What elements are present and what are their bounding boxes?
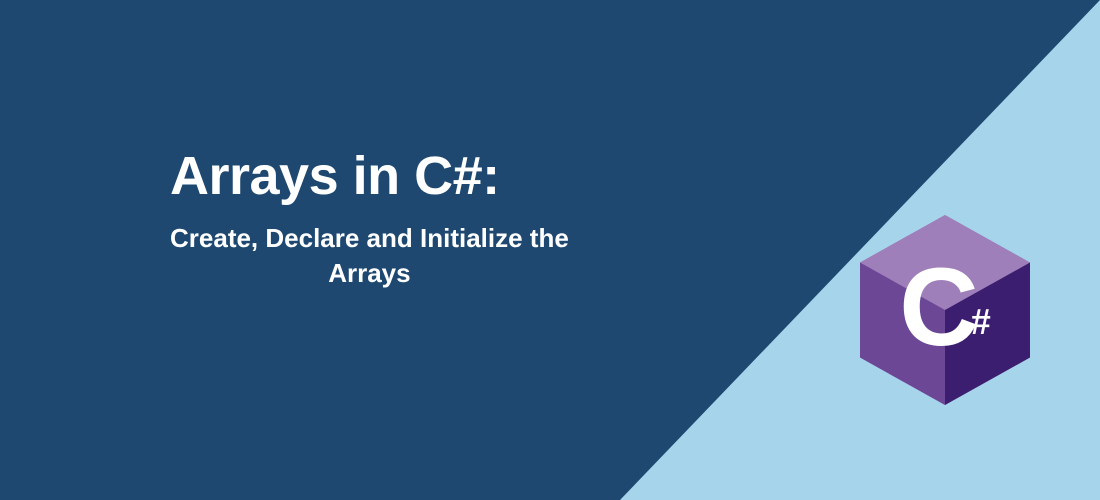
csharp-logo: C # xyxy=(860,215,1030,405)
banner-container: Arrays in C#: Create, Declare and Initia… xyxy=(0,0,1100,500)
subtitle-line-2: Arrays xyxy=(328,258,410,288)
hexagon-shape: C # xyxy=(860,215,1030,405)
subtitle-line-1: Create, Declare and Initialize the xyxy=(170,223,569,253)
banner-title: Arrays in C#: xyxy=(170,145,569,207)
text-content: Arrays in C#: Create, Declare and Initia… xyxy=(170,145,569,291)
logo-text-wrapper: C # xyxy=(899,253,990,363)
logo-letter-c: C xyxy=(899,253,978,363)
logo-hash-symbol: # xyxy=(971,301,991,343)
banner-subtitle: Create, Declare and Initialize the Array… xyxy=(170,221,569,291)
